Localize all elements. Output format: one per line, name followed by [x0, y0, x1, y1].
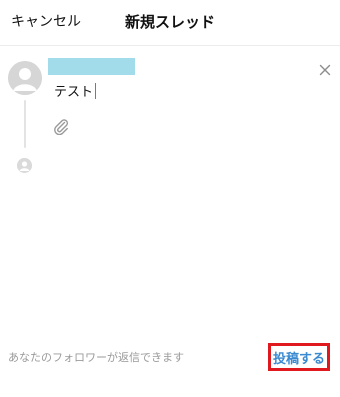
add-to-thread-avatar[interactable]: [17, 158, 32, 173]
small-avatar-icon: [17, 158, 32, 173]
page-title: 新規スレッド: [124, 13, 215, 31]
reply-setting-text[interactable]: あなたのフォロワーが返信できます: [8, 349, 184, 365]
user-avatar: [8, 61, 42, 95]
paperclip-icon[interactable]: [52, 117, 70, 136]
post-button[interactable]: 投稿する: [268, 343, 330, 371]
thread-line: [24, 100, 26, 148]
username-redacted: [48, 58, 135, 75]
post-button-label: 投稿する: [272, 351, 325, 367]
text-caret: [95, 82, 97, 99]
post-text: テスト: [54, 85, 94, 100]
post-text-input[interactable]: テスト: [54, 81, 97, 100]
close-icon[interactable]: [319, 61, 331, 76]
user-avatar-icon: [8, 61, 42, 95]
header: キャンセル 新規スレッド: [0, 0, 340, 46]
